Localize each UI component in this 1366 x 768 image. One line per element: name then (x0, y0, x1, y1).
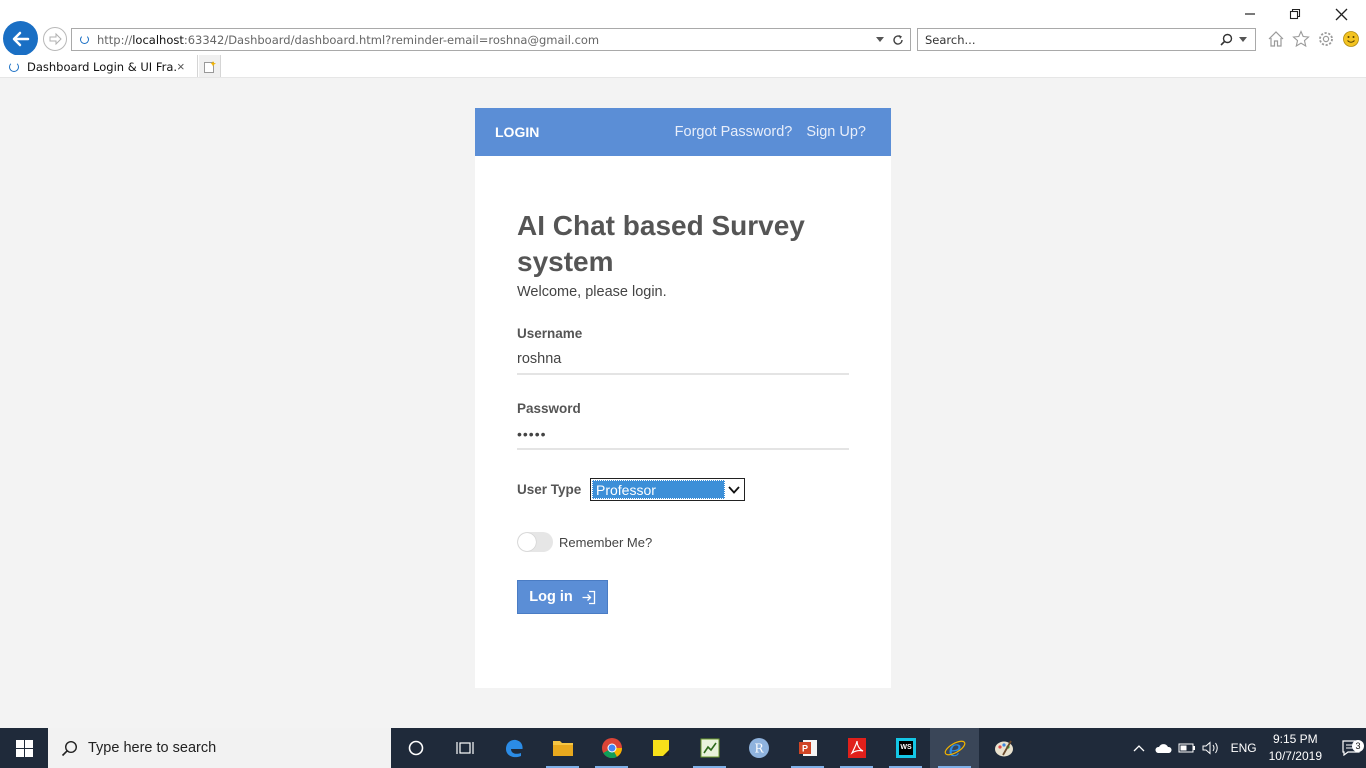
svg-text:R: R (754, 742, 764, 756)
url-host: localhost (132, 32, 184, 47)
login-tab[interactable]: LOGIN (495, 124, 661, 140)
svg-text:e: e (948, 737, 961, 760)
cortana-icon[interactable] (391, 728, 440, 768)
onedrive-cloud-icon[interactable] (1151, 742, 1175, 754)
forward-arrow-icon (49, 32, 62, 46)
welcome-text: Welcome, please login. (517, 284, 667, 300)
taskbar: Type here to search R P WS e ENG 9:15 PM… (0, 728, 1366, 768)
sign-in-icon (582, 590, 595, 604)
search-icon (61, 740, 78, 756)
home-icon[interactable] (1266, 30, 1285, 49)
tab-loading-icon (9, 61, 19, 72)
restore-button[interactable] (1283, 4, 1307, 24)
settings-gear-icon[interactable] (1316, 30, 1335, 49)
username-field[interactable]: roshna (517, 349, 849, 375)
remember-me-label: Remember Me? (559, 534, 653, 550)
favorites-star-icon[interactable] (1291, 30, 1310, 49)
chrome-icon[interactable] (587, 728, 636, 768)
forgot-password-link[interactable]: Forgot Password? (675, 124, 793, 140)
edge-icon[interactable] (489, 728, 538, 768)
svg-text:WS: WS (900, 744, 912, 751)
minimize-button[interactable] (1238, 4, 1262, 24)
back-button[interactable] (3, 21, 38, 56)
url-prefix: http:// (97, 32, 133, 47)
tab-strip-divider (0, 77, 1366, 78)
internet-explorer-icon[interactable]: e (930, 728, 979, 768)
taskbar-search-box[interactable]: Type here to search (48, 728, 391, 768)
language-indicator[interactable]: ENG (1231, 741, 1257, 755)
address-bar[interactable]: http://localhost:63342/Dashboard/dashboa… (71, 28, 911, 51)
url-text[interactable]: http://localhost:63342/Dashboard/dashboa… (97, 33, 876, 47)
tab-title: Dashboard Login & UI Fra... (27, 59, 177, 74)
task-view-icon[interactable] (440, 728, 489, 768)
volume-icon[interactable] (1199, 741, 1223, 755)
refresh-icon[interactable] (892, 34, 904, 46)
windows-logo-icon (15, 739, 33, 757)
log-in-button-label: Log in (529, 589, 573, 605)
user-type-selected-value: Professor (592, 480, 725, 499)
taskbar-search-placeholder: Type here to search (88, 740, 217, 756)
login-card: LOGIN Forgot Password? Sign Up? AI Chat … (475, 108, 891, 688)
show-hidden-icons-chevron-icon[interactable] (1127, 744, 1151, 752)
notification-count-badge: 3 (1352, 740, 1364, 752)
battery-icon[interactable] (1175, 743, 1199, 753)
start-button[interactable] (0, 728, 48, 768)
sign-up-link[interactable]: Sign Up? (806, 124, 866, 140)
browser-search-box[interactable]: Search... (917, 28, 1256, 51)
loading-icon (80, 35, 89, 44)
password-field[interactable]: ••••• (517, 424, 849, 450)
feedback-smiley-icon[interactable] (1341, 30, 1360, 49)
card-body: AI Chat based Survey system Welcome, ple… (475, 156, 891, 614)
password-label: Password (517, 401, 581, 416)
search-placeholder: Search... (925, 32, 976, 47)
system-tray: ENG 9:15 PM 10/7/2019 3 (1127, 728, 1366, 768)
spreadsheet-icon[interactable] (685, 728, 734, 768)
file-explorer-icon[interactable] (538, 728, 587, 768)
paint-icon[interactable] (979, 728, 1028, 768)
remember-me-toggle[interactable] (517, 532, 553, 552)
tab-close-icon[interactable]: × (177, 59, 193, 74)
user-type-label: User Type (517, 482, 582, 497)
username-label: Username (517, 326, 583, 341)
close-window-button[interactable] (1329, 4, 1353, 24)
webstorm-icon[interactable]: WS (881, 728, 930, 768)
clock[interactable]: 9:15 PM 10/7/2019 (1269, 731, 1322, 765)
svg-text:P: P (801, 744, 807, 754)
action-center-button[interactable]: 3 (1336, 740, 1366, 756)
new-tab-button[interactable] (199, 55, 221, 78)
r-icon[interactable]: R (734, 728, 783, 768)
toggle-knob (518, 533, 536, 551)
back-arrow-icon (12, 31, 29, 46)
clock-time: 9:15 PM (1272, 732, 1318, 746)
url-rest: :63342/Dashboard/dashboard.html?reminder… (183, 32, 600, 47)
page-title: AI Chat based Survey system (517, 210, 805, 277)
search-icon[interactable] (1220, 33, 1233, 46)
user-type-select[interactable]: Professor (590, 478, 745, 501)
browser-chrome: http://localhost:63342/Dashboard/dashboa… (0, 0, 1366, 78)
url-dropdown-icon[interactable] (876, 36, 884, 43)
sticky-notes-icon[interactable] (636, 728, 685, 768)
chevron-down-icon[interactable] (725, 485, 743, 494)
acrobat-icon[interactable] (832, 728, 881, 768)
log-in-button[interactable]: Log in (517, 580, 608, 614)
new-tab-icon (203, 60, 216, 73)
clock-date: 10/7/2019 (1268, 749, 1322, 763)
powerpoint-icon[interactable]: P (783, 728, 832, 768)
tab-dashboard-login[interactable]: Dashboard Login & UI Fra... × (0, 55, 198, 78)
search-dropdown-icon[interactable] (1239, 36, 1247, 43)
forward-button[interactable] (43, 27, 67, 51)
card-header: LOGIN Forgot Password? Sign Up? (475, 108, 891, 156)
